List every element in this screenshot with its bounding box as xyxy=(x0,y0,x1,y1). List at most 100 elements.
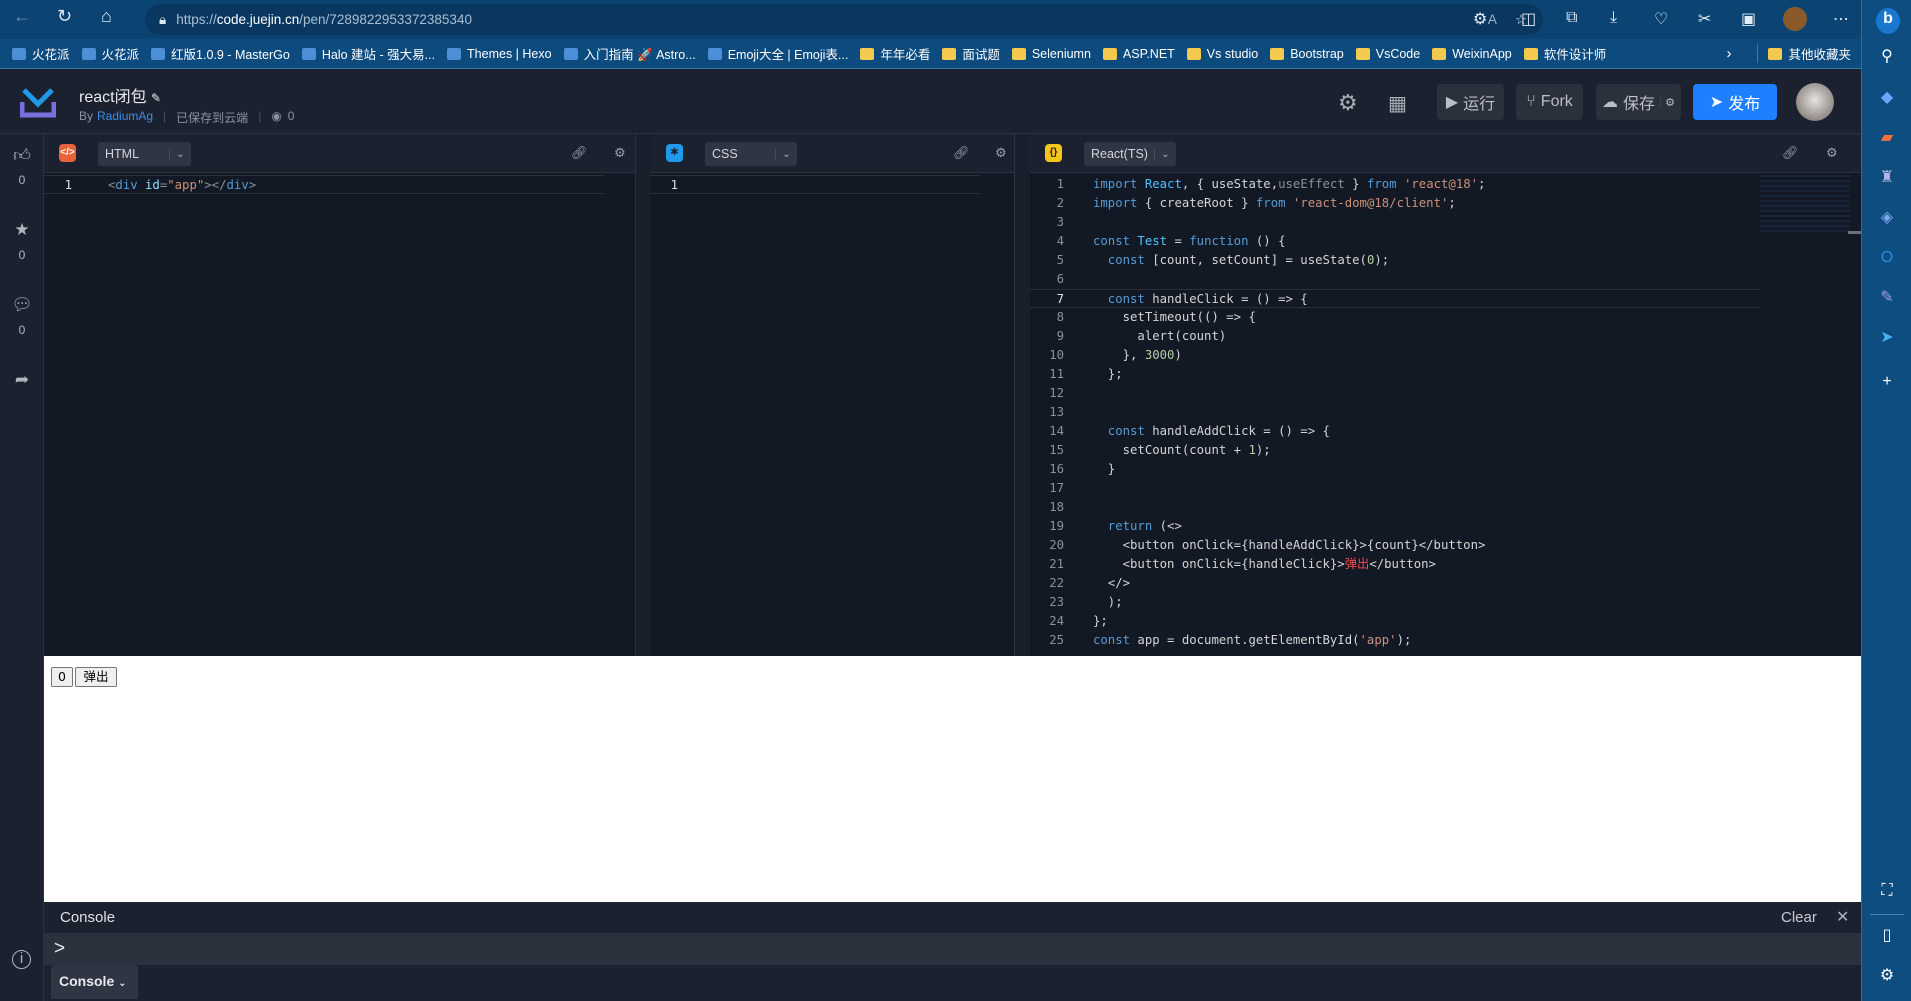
code-line[interactable]: 3 xyxy=(1030,213,1760,232)
sidebar-toggle-icon[interactable]: ▯ xyxy=(1876,925,1898,947)
console-tab[interactable]: Console ⌄ xyxy=(51,965,138,999)
code-line[interactable]: 14 const handleAddClick = () => { xyxy=(1030,422,1760,441)
tag-icon[interactable]: ◆ xyxy=(1876,87,1898,109)
editor-settings-icon[interactable]: ⚙ xyxy=(614,145,626,161)
copilot-icon[interactable]: ◈ xyxy=(1876,207,1898,229)
code-line[interactable]: 8 setTimeout(() => { xyxy=(1030,308,1760,327)
css-code-area[interactable]: 1 xyxy=(650,175,980,645)
add-icon[interactable]: + xyxy=(1876,371,1898,393)
code-line[interactable]: 15 setCount(count + 1); xyxy=(1030,441,1760,460)
code-line[interactable]: 20 <button onClick={handleAddClick}>{cou… xyxy=(1030,536,1760,555)
count-button[interactable]: 0 xyxy=(51,667,73,687)
pen-title[interactable]: react闭包 ✎ xyxy=(79,83,161,107)
back-icon[interactable]: ← xyxy=(13,6,31,27)
link-icon[interactable]: 🔗︎ xyxy=(1782,145,1799,161)
bookmark-item[interactable]: 年年必看 xyxy=(860,44,930,63)
bookmark-item[interactable]: Vs studio xyxy=(1186,44,1258,63)
code-line[interactable]: 16 } xyxy=(1030,460,1760,479)
code-line[interactable]: 23 ); xyxy=(1030,593,1760,612)
comment-icon[interactable]: 💬︎ xyxy=(10,295,34,315)
console-clear-button[interactable]: Clear xyxy=(1781,909,1817,926)
toolbox-icon[interactable]: ▰ xyxy=(1876,127,1898,149)
run-button[interactable]: ▶ 运行 xyxy=(1437,84,1504,120)
layout-grid-icon[interactable]: ▦ xyxy=(1388,91,1407,116)
css-language-select[interactable]: CSS ⌄ xyxy=(705,142,797,166)
bookmark-item[interactable]: 火花派 xyxy=(81,44,139,63)
code-line[interactable]: 11 }; xyxy=(1030,365,1760,384)
code-line[interactable]: 21 <button onClick={handleClick}>弹出</but… xyxy=(1030,555,1760,574)
code-line[interactable]: 7 const handleClick = () => { xyxy=(1030,289,1760,308)
code-line[interactable]: 12 xyxy=(1030,384,1760,403)
link-icon[interactable]: 🔗︎ xyxy=(571,145,588,161)
code-line[interactable]: 2 import { createRoot } from 'react-dom@1… xyxy=(1030,194,1760,213)
bing-icon[interactable]: b xyxy=(1876,8,1900,34)
chevron-right-icon[interactable]: › xyxy=(1726,45,1731,62)
settings-gear-icon[interactable]: ⚙ xyxy=(1338,90,1358,116)
code-line[interactable]: 9 alert(count) xyxy=(1030,327,1760,346)
other-bookmarks[interactable]: 其他收藏夹 xyxy=(1757,44,1851,63)
js-code-area[interactable]: 1 import React, { useState,useEffect } fr… xyxy=(1030,175,1760,656)
games-icon[interactable]: ♜ xyxy=(1876,167,1898,189)
pane-resizer[interactable] xyxy=(1014,134,1030,656)
code-line[interactable]: 1 import React, { useState,useEffect } fr… xyxy=(1030,175,1760,194)
refresh-icon[interactable]: ↻ xyxy=(57,6,72,27)
bookmark-item[interactable]: 面试题 xyxy=(942,44,1000,63)
screenshot-tool-icon[interactable]: ⛶ xyxy=(1876,880,1898,902)
bookmark-item[interactable]: 入门指南 🚀 Astro... xyxy=(563,44,696,63)
send-icon[interactable]: ➤ xyxy=(1876,327,1898,349)
profile-avatar[interactable] xyxy=(1783,7,1807,31)
save-settings-icon[interactable]: ⚙ xyxy=(1660,95,1675,109)
bookmark-item[interactable]: 火花派 xyxy=(12,44,70,63)
bookmark-item[interactable]: Bootstrap xyxy=(1270,44,1344,63)
fork-button[interactable]: ⑂ Fork xyxy=(1516,84,1583,120)
bookmark-item[interactable]: Halo 建站 - 强大易... xyxy=(301,44,435,63)
code-line[interactable]: 5 const [count, setCount] = useState(0); xyxy=(1030,251,1760,270)
address-bar[interactable]: 🔒︎ https://code.juejin.cn/pen/7289822953… xyxy=(145,4,1543,35)
code-line[interactable]: 10 }, 3000) xyxy=(1030,346,1760,365)
health-icon[interactable]: ♡ xyxy=(1654,9,1668,29)
code-line[interactable]: 1 xyxy=(650,175,980,194)
code-line[interactable]: 22 </> xyxy=(1030,574,1760,593)
js-language-select[interactable]: React(TS) ⌄ xyxy=(1084,142,1176,166)
html-language-select[interactable]: HTML ⌄ xyxy=(98,142,191,166)
bookmark-item[interactable]: VsCode xyxy=(1355,44,1420,63)
app-icon[interactable]: ▣ xyxy=(1741,9,1756,29)
code-line[interactable]: 13 xyxy=(1030,403,1760,422)
search-icon[interactable]: ⚲ xyxy=(1876,46,1898,68)
code-line[interactable]: 4 const Test = function () { xyxy=(1030,232,1760,251)
bookmark-item[interactable]: Themes | Hexo xyxy=(447,44,552,63)
pane-resizer[interactable] xyxy=(635,134,650,656)
info-icon[interactable]: i xyxy=(12,950,31,969)
console-close-icon[interactable]: ✕ xyxy=(1836,907,1849,927)
bookmark-item[interactable]: Emoji大全 | Emoji表... xyxy=(707,44,848,63)
editor-settings-icon[interactable]: ⚙ xyxy=(995,145,1007,161)
link-icon[interactable]: 🔗︎ xyxy=(953,145,970,161)
user-avatar[interactable] xyxy=(1796,83,1834,121)
save-button[interactable]: ☁ 保存 ⚙ xyxy=(1596,84,1681,120)
outlook-icon[interactable]: O xyxy=(1876,247,1898,269)
download-icon[interactable]: ⤓ xyxy=(1610,9,1617,27)
code-line[interactable]: 17 xyxy=(1030,479,1760,498)
bookmark-item[interactable]: ASP.NET xyxy=(1102,44,1175,63)
bookmark-item[interactable]: 软件设计师 xyxy=(1523,44,1606,63)
edit-icon[interactable]: ✎ xyxy=(151,91,161,105)
console-input[interactable]: > xyxy=(44,933,1861,965)
minimap[interactable] xyxy=(1760,175,1850,235)
extensions-icon[interactable]: ⚙ xyxy=(1473,9,1487,29)
logo-icon[interactable] xyxy=(20,84,56,118)
split-screen-icon[interactable]: ◫ xyxy=(1521,9,1536,29)
code-line[interactable]: 25 const app = document.getElementById('a… xyxy=(1030,631,1760,650)
editor-settings-icon[interactable]: ⚙ xyxy=(1826,145,1838,161)
bookmark-item[interactable]: WeixinApp xyxy=(1432,44,1512,63)
screenshot-icon[interactable]: ✂ xyxy=(1698,9,1711,29)
scrollbar-thumb[interactable] xyxy=(1848,231,1861,234)
like-icon[interactable]: 👍︎ xyxy=(10,145,34,166)
author-link[interactable]: RadiumAg xyxy=(97,109,153,126)
publish-button[interactable]: ➤ 发布 xyxy=(1693,84,1777,120)
designer-icon[interactable]: ✎ xyxy=(1876,287,1898,309)
popup-button[interactable]: 弹出 xyxy=(75,667,117,687)
bookmark-item[interactable]: Seleniumn xyxy=(1011,44,1091,63)
home-icon[interactable]: ⌂ xyxy=(101,6,112,27)
html-code-area[interactable]: 1 <div id="app"></div> xyxy=(44,175,604,645)
code-line[interactable]: 1 <div id="app"></div> xyxy=(44,175,604,194)
